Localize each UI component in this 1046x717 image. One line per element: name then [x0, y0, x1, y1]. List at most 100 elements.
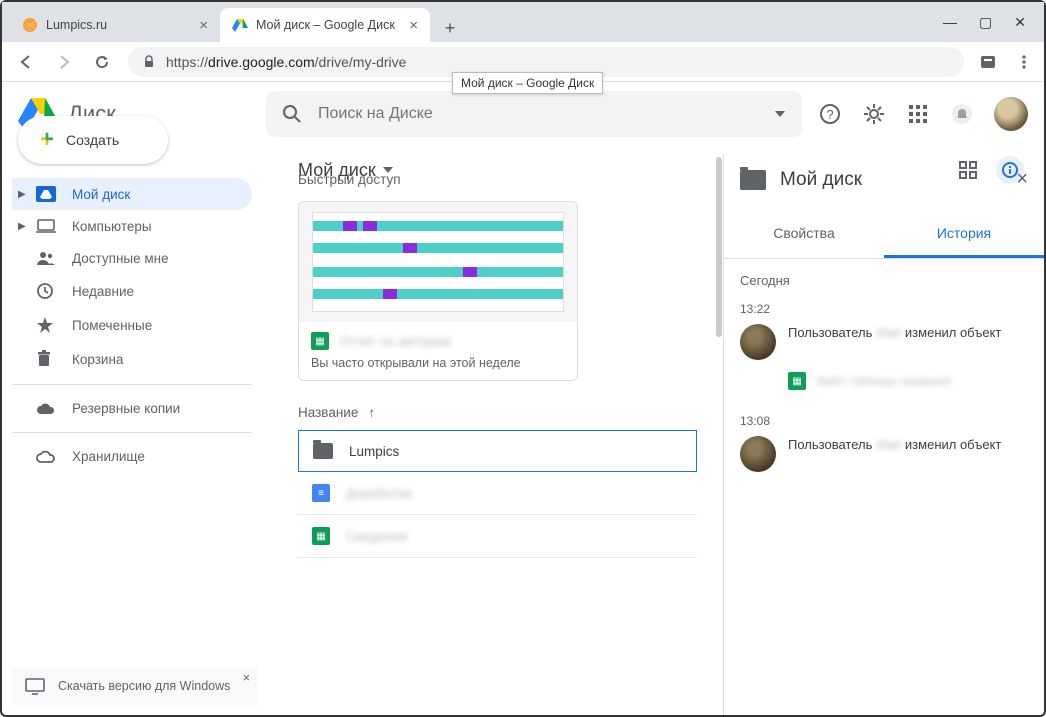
lock-icon: [142, 55, 156, 69]
tabs-row: Lumpics.ru × Мой диск – Google Диск × +: [10, 2, 943, 42]
panel-title: Мой диск: [780, 169, 862, 191]
file-name: Доработки: [346, 486, 412, 501]
new-tab-button[interactable]: +: [436, 14, 464, 42]
quick-subtext: Вы часто открывали на этой неделе: [311, 356, 565, 370]
plus-icon: +: [40, 126, 54, 154]
chrome-menu-icon[interactable]: [1016, 54, 1032, 70]
window-maximize-icon[interactable]: ▢: [979, 14, 992, 31]
history-text: Пользователь Имя изменил объект: [788, 324, 1001, 360]
close-panel-icon[interactable]: ×: [1016, 168, 1028, 191]
apps-grid-icon[interactable]: [906, 102, 930, 126]
tab-title: Мой диск – Google Диск: [256, 18, 395, 32]
sidebar-item-storage[interactable]: Хранилище: [12, 441, 252, 472]
folder-icon: [740, 170, 766, 190]
url-text: https://drive.google.com/drive/my-drive: [166, 54, 406, 70]
history-time: 13:22: [740, 302, 1028, 316]
tab-title: Lumpics.ru: [46, 18, 107, 32]
nav-forward-button[interactable]: [52, 50, 76, 74]
folder-icon: [313, 443, 333, 459]
history-file[interactable]: ▦ Файл таблицы название: [788, 372, 1028, 390]
sidebar-label: Хранилище: [72, 449, 145, 464]
extension-icon[interactable]: [978, 52, 998, 72]
file-row-sheet[interactable]: ▦ Сведения: [298, 515, 697, 558]
address-bar: https://drive.google.com/drive/my-drive …: [2, 42, 1044, 82]
download-banner[interactable]: Скачать версию для Windows ×: [12, 667, 258, 705]
tab-close-icon[interactable]: ×: [199, 17, 208, 34]
tab-close-icon[interactable]: ×: [409, 17, 418, 34]
browser-tab-lumpics[interactable]: Lumpics.ru ×: [10, 8, 220, 42]
sheets-icon: ▦: [311, 332, 329, 350]
file-name: Файл таблицы название: [816, 374, 951, 388]
search-options-icon[interactable]: [774, 108, 786, 120]
sheets-icon: ▦: [788, 372, 806, 390]
download-label: Скачать версию для Windows: [58, 679, 230, 693]
docs-icon: ≡: [312, 484, 330, 502]
tab-properties[interactable]: Свойства: [724, 211, 884, 258]
details-panel: Мой диск × Свойства История Сегодня 13:2…: [724, 154, 1044, 715]
scrollbar[interactable]: [716, 157, 722, 337]
separator: [12, 432, 252, 433]
column-header-name[interactable]: Название ↑: [298, 405, 697, 420]
clock-icon: [36, 282, 56, 300]
file-row-folder-lumpics[interactable]: Lumpics: [298, 430, 697, 472]
star-icon: [36, 316, 56, 334]
favicon-drive: [232, 17, 248, 33]
sort-arrow-up-icon: ↑: [368, 405, 375, 420]
sidebar-label: Компьютеры: [72, 219, 152, 234]
sidebar-label: Недавние: [72, 284, 134, 299]
sidebar-item-trash[interactable]: Корзина: [12, 342, 252, 376]
file-name: Отчет по авторам: [339, 334, 451, 349]
trash-icon: [36, 350, 56, 368]
user-avatar: [740, 324, 776, 360]
column-label: Название: [298, 405, 358, 420]
help-icon[interactable]: ?: [818, 102, 842, 126]
gear-icon[interactable]: [862, 102, 886, 126]
drive-icon: [36, 186, 56, 202]
favicon-lumpics: [22, 17, 38, 33]
cloud-icon: [36, 402, 56, 416]
nav-reload-button[interactable]: [90, 50, 114, 74]
sidebar-item-backups[interactable]: Резервные копии: [12, 393, 252, 424]
sidebar-item-starred[interactable]: Помеченные: [12, 308, 252, 342]
svg-text:?: ?: [826, 107, 833, 122]
browser-tab-drive[interactable]: Мой диск – Google Диск ×: [220, 8, 430, 42]
file-name: Lumpics: [349, 444, 399, 459]
create-button[interactable]: + Создать: [18, 116, 168, 164]
sidebar-label: Доступные мне: [72, 251, 169, 266]
history-text: Пользователь Имя изменил объект: [788, 436, 1001, 472]
main-content: Быстрый доступ ▦ Отчет по авторам Вы час…: [262, 154, 724, 715]
window-minimize-icon[interactable]: —: [943, 14, 957, 31]
history-item: 13:22 Пользователь Имя изменил объект ▦ …: [740, 302, 1028, 390]
sidebar-item-recent[interactable]: Недавние: [12, 274, 252, 308]
history-day-label: Сегодня: [740, 273, 1028, 288]
sheets-icon: ▦: [312, 527, 330, 545]
separator: [12, 384, 252, 385]
history-item: 13:08 Пользователь Имя изменил объект: [740, 414, 1028, 472]
sidebar-item-my-drive[interactable]: ▶ Мой диск: [12, 178, 252, 210]
monitor-icon: [24, 677, 46, 695]
nav-back-button[interactable]: [14, 50, 38, 74]
search-input[interactable]: [318, 105, 758, 123]
window-close-icon[interactable]: ✕: [1014, 14, 1026, 31]
search-box[interactable]: [266, 91, 802, 137]
tab-history[interactable]: История: [884, 211, 1044, 258]
tab-tooltip: Мой диск – Google Диск: [452, 72, 603, 94]
user-avatar: [740, 436, 776, 472]
account-avatar[interactable]: [994, 97, 1028, 131]
window-controls: — ▢ ✕: [943, 14, 1036, 31]
cloud-outline-icon: [36, 450, 56, 464]
file-row-doc[interactable]: ≡ Доработки: [298, 472, 697, 515]
sidebar-label: Корзина: [72, 352, 123, 367]
sidebar-label: Резервные копии: [72, 401, 180, 416]
caret-right-icon: ▶: [18, 221, 26, 232]
sidebar-label: Мой диск: [72, 187, 130, 202]
sidebar-item-shared[interactable]: Доступные мне: [12, 242, 252, 274]
file-name: Сведения: [346, 529, 408, 544]
quick-access-card[interactable]: ▦ Отчет по авторам Вы часто открывали на…: [298, 201, 578, 381]
people-icon: [36, 250, 56, 266]
computer-icon: [36, 218, 56, 234]
sidebar-item-computers[interactable]: ▶ Компьютеры: [12, 210, 252, 242]
notifications-icon[interactable]: [950, 102, 974, 126]
close-icon[interactable]: ×: [243, 671, 250, 685]
search-icon: [282, 104, 302, 124]
